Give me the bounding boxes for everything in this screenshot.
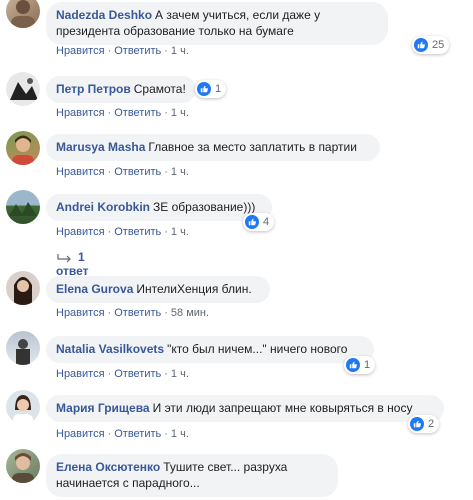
avatar[interactable] xyxy=(6,331,40,365)
profile-photo-icon xyxy=(12,453,34,483)
comment-author[interactable]: Мария Грищева xyxy=(56,401,150,415)
profile-photo-icon xyxy=(9,202,37,216)
comment-time[interactable]: 1 ч. xyxy=(171,107,189,119)
comment-actions: Нравится · Ответить · 1 ч. xyxy=(56,428,189,440)
comment-bubble: Елена Оксютенко Тушите свет... разруха на… xyxy=(46,454,338,497)
comment-time[interactable]: 58 мин. xyxy=(171,307,209,319)
avatar[interactable] xyxy=(6,72,40,106)
comment-bubble: Nadezda Deshko А зачем учиться, если даже… xyxy=(46,2,388,45)
comment-author[interactable]: Nadezda Deshko xyxy=(56,8,152,22)
comment-author[interactable]: Marusya Masha xyxy=(56,140,145,154)
avatar[interactable] xyxy=(6,131,40,165)
like-link[interactable]: Нравится xyxy=(56,45,105,57)
comment-bubble: Elena Gurova ИнтелиХенция блин. xyxy=(46,276,270,303)
like-link[interactable]: Нравится xyxy=(56,226,105,238)
comment-actions: Нравится · Ответить · 1 ч. xyxy=(56,45,189,57)
like-link[interactable]: Нравится xyxy=(56,307,105,319)
avatar[interactable] xyxy=(6,190,40,224)
reaction-count[interactable]: 1 xyxy=(195,80,227,98)
comment-text: "кто был ничем..." ничего нового xyxy=(167,342,348,356)
reaction-count[interactable]: 25 xyxy=(412,36,450,54)
reply-link[interactable]: Ответить xyxy=(114,166,161,178)
comment-text: И эти люди запрещают мне ковыряться в но… xyxy=(152,401,413,415)
avatar[interactable] xyxy=(6,449,40,483)
like-icon xyxy=(245,215,259,229)
like-link[interactable]: Нравится xyxy=(56,428,105,440)
like-link[interactable]: Нравится xyxy=(56,166,105,178)
comment-author[interactable]: Петр Петров xyxy=(56,82,131,96)
comment-bubble: Andrei Korobkin ЗЕ образование))) xyxy=(46,194,272,221)
reply-link[interactable]: Ответить xyxy=(114,45,161,57)
like-icon xyxy=(414,38,428,52)
comment-time[interactable]: 1 ч. xyxy=(171,45,189,57)
view-replies-link[interactable]: 1 ответ xyxy=(56,250,89,278)
comment-actions: Нравится · Ответить · 58 мин. xyxy=(56,307,210,319)
profile-photo-icon xyxy=(11,0,35,28)
comment-actions: Нравится · Ответить · 1 ч. xyxy=(56,166,189,178)
comment-actions: Нравится · Ответить · 1 ч. xyxy=(56,107,189,119)
reply-arrow-icon xyxy=(57,253,71,263)
profile-photo-icon xyxy=(16,339,30,365)
reply-link[interactable]: Ответить xyxy=(114,107,161,119)
comment-author[interactable]: Natalia Vasilkovets xyxy=(56,342,164,356)
comment-actions: Нравится · Ответить · 1 ч. xyxy=(56,368,189,380)
comment-bubble: Marusya Masha Главное за место заплатить … xyxy=(46,134,380,161)
reply-link[interactable]: Ответить xyxy=(114,368,161,380)
comment-actions: Нравится · Ответить · 1 ч. xyxy=(56,226,189,238)
comment-text: Срамота! xyxy=(133,82,186,96)
like-icon xyxy=(346,358,360,372)
profile-photo-icon xyxy=(13,395,33,424)
comment-time[interactable]: 1 ч. xyxy=(171,368,189,380)
like-icon xyxy=(197,82,211,96)
comment-author[interactable]: Andrei Korobkin xyxy=(56,200,150,214)
reply-link[interactable]: Ответить xyxy=(114,307,161,319)
comment-time[interactable]: 1 ч. xyxy=(171,166,189,178)
reply-link[interactable]: Ответить xyxy=(114,428,161,440)
profile-photo-icon xyxy=(10,78,38,100)
reaction-count[interactable]: 4 xyxy=(243,213,275,231)
profile-photo-icon xyxy=(14,277,32,305)
avatar[interactable] xyxy=(6,0,40,28)
like-link[interactable]: Нравится xyxy=(56,107,105,119)
reaction-count[interactable]: 1 xyxy=(344,356,376,374)
comment-bubble: Мария Грищева И эти люди запрещают мне ко… xyxy=(46,395,444,422)
comment-text: ИнтелиХенция блин. xyxy=(136,282,252,296)
comment-time[interactable]: 1 ч. xyxy=(171,226,189,238)
reply-link[interactable]: Ответить xyxy=(114,226,161,238)
like-link[interactable]: Нравится xyxy=(56,368,105,380)
comment-bubble: Петр Петров Срамота! xyxy=(46,76,196,103)
avatar[interactable] xyxy=(6,271,40,305)
comment-bubble: Natalia Vasilkovets "кто был ничем..." ни… xyxy=(46,336,374,363)
comment-text: ЗЕ образование))) xyxy=(153,200,256,214)
comment-author[interactable]: Elena Gurova xyxy=(56,282,133,296)
comment-author[interactable]: Елена Оксютенко xyxy=(56,460,160,474)
like-icon xyxy=(410,417,424,431)
reaction-count[interactable]: 2 xyxy=(408,415,440,433)
avatar[interactable] xyxy=(6,390,40,424)
comment-time[interactable]: 1 ч. xyxy=(171,428,189,440)
profile-photo-icon xyxy=(12,135,34,165)
comment-text: Главное за место заплатить в партии xyxy=(148,140,357,154)
